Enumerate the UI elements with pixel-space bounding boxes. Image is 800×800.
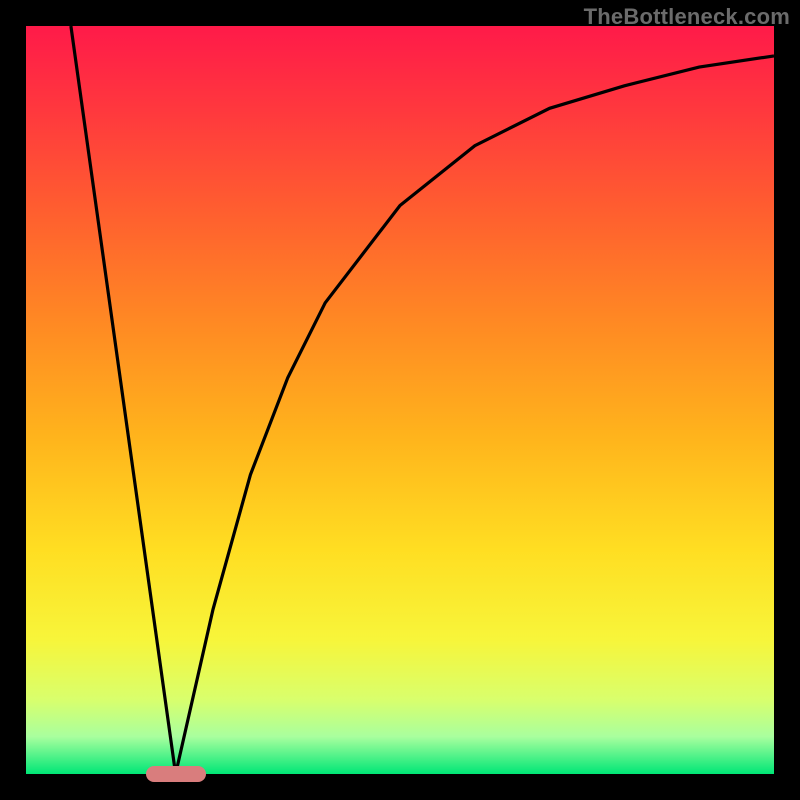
minimum-marker: [146, 766, 206, 782]
series-right-rising-curve: [176, 56, 774, 774]
chart-svg: [26, 26, 774, 774]
watermark-text: TheBottleneck.com: [584, 4, 790, 30]
chart-frame: TheBottleneck.com: [0, 0, 800, 800]
plot-background: [26, 26, 774, 774]
series-left-linear-drop: [71, 26, 176, 774]
